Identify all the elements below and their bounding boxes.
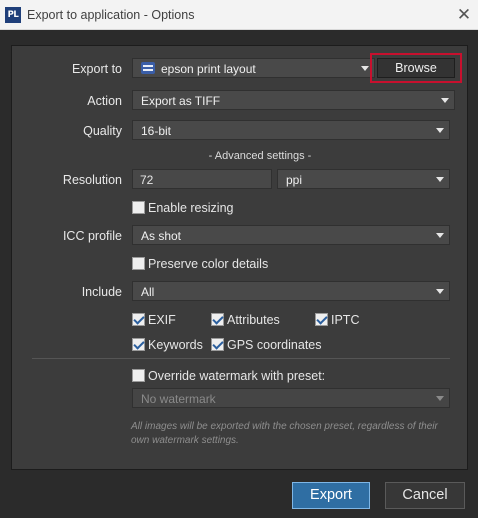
watermark-note: All images will be exported with the cho… bbox=[131, 421, 438, 446]
browse-highlight: Browse bbox=[370, 53, 462, 83]
override-watermark-checkbox[interactable] bbox=[132, 369, 145, 382]
exif-checkbox[interactable] bbox=[132, 313, 145, 326]
browse-button[interactable]: Browse bbox=[377, 58, 455, 78]
app-logo-icon: PL bbox=[5, 7, 21, 23]
enable-resizing-checkbox[interactable] bbox=[132, 201, 145, 214]
watermark-preset-dropdown: No watermark bbox=[132, 388, 450, 408]
preserve-color-label: Preserve color details bbox=[148, 257, 269, 271]
quality-value: 16-bit bbox=[141, 124, 172, 138]
divider bbox=[32, 358, 450, 359]
include-label: Include bbox=[81, 285, 122, 299]
title-bar: PL Export to application - Options ✕ bbox=[0, 0, 478, 30]
export-to-dropdown[interactable]: epson print layout bbox=[132, 58, 375, 78]
icc-profile-value: As shot bbox=[141, 229, 182, 243]
icc-profile-dropdown[interactable]: As shot bbox=[132, 225, 450, 245]
chevron-down-icon bbox=[436, 233, 444, 238]
export-button[interactable]: Export bbox=[292, 482, 370, 509]
watermark-preset-value: No watermark bbox=[141, 392, 216, 406]
export-to-value: epson print layout bbox=[161, 62, 256, 76]
window-title: Export to application - Options bbox=[27, 8, 195, 22]
cancel-button[interactable]: Cancel bbox=[385, 482, 465, 509]
keywords-checkbox[interactable] bbox=[132, 338, 145, 351]
resolution-input[interactable]: 72 bbox=[132, 169, 272, 189]
action-dropdown[interactable]: Export as TIFF bbox=[132, 90, 455, 110]
quality-dropdown[interactable]: 16-bit bbox=[132, 120, 450, 140]
attributes-label: Attributes bbox=[227, 313, 280, 327]
exif-label: EXIF bbox=[148, 313, 176, 327]
chevron-down-icon bbox=[361, 66, 369, 71]
close-icon[interactable]: ✕ bbox=[453, 4, 475, 26]
include-dropdown[interactable]: All bbox=[132, 281, 450, 301]
iptc-checkbox[interactable] bbox=[315, 313, 328, 326]
resolution-value: 72 bbox=[140, 173, 154, 187]
keywords-label: Keywords bbox=[148, 338, 203, 352]
gps-coordinates-checkbox[interactable] bbox=[211, 338, 224, 351]
quality-label: Quality bbox=[83, 124, 122, 138]
chevron-down-icon bbox=[436, 177, 444, 182]
advanced-settings-heading: - Advanced settings - bbox=[208, 150, 312, 162]
include-value: All bbox=[141, 285, 155, 299]
preserve-color-checkbox[interactable] bbox=[132, 257, 145, 270]
resolution-label: Resolution bbox=[62, 173, 122, 187]
resolution-unit-dropdown[interactable]: ppi bbox=[277, 169, 450, 189]
resolution-unit-value: ppi bbox=[286, 173, 303, 187]
enable-resizing-label: Enable resizing bbox=[148, 201, 234, 215]
chevron-down-icon bbox=[436, 289, 444, 294]
action-label: Action bbox=[87, 94, 122, 108]
chevron-down-icon bbox=[436, 396, 444, 401]
chevron-down-icon bbox=[441, 98, 449, 103]
export-to-label: Export to bbox=[71, 62, 122, 76]
override-watermark-label: Override watermark with preset: bbox=[148, 369, 326, 383]
chevron-down-icon bbox=[436, 128, 444, 133]
attributes-checkbox[interactable] bbox=[211, 313, 224, 326]
epson-printer-icon bbox=[141, 62, 155, 74]
icc-profile-label: ICC profile bbox=[62, 229, 122, 243]
action-value: Export as TIFF bbox=[141, 94, 221, 108]
iptc-label: IPTC bbox=[331, 313, 360, 327]
gps-coordinates-label: GPS coordinates bbox=[227, 338, 322, 352]
